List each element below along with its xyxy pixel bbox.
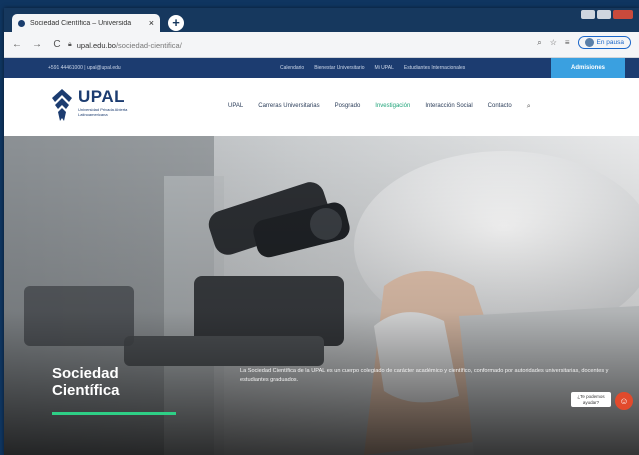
url-path: /sociedad-cientifica/ (115, 40, 182, 50)
web-page: +591 44461000 | upal@upal.edu Calendario… (4, 58, 639, 455)
favicon-icon (18, 19, 25, 27)
reading-list-icon[interactable]: ≡ (565, 38, 570, 47)
logo-text: UPAL Universidad Privada Abierta Latinoa… (78, 88, 140, 117)
nav-item-interaccion-social[interactable]: Interacción Social (425, 103, 472, 111)
logo-name: UPAL (78, 87, 126, 106)
utility-link[interactable]: Estudiantes Internacionales (404, 65, 465, 71)
utility-link[interactable]: Bienestar Universitario (314, 65, 364, 71)
contact-info: +591 44461000 | upal@upal.edu (48, 65, 121, 71)
lock-icon: 🔒︎ (68, 41, 72, 48)
browser-window: Sociedad Científica – Universida × + ← →… (4, 8, 639, 455)
hero-description: La Sociedad Científica de la UPAL es un … (240, 368, 609, 383)
window-controls (581, 10, 633, 19)
nav-item-posgrado[interactable]: Posgrado (335, 103, 361, 111)
utility-link[interactable]: Calendario (280, 65, 304, 71)
nav-item-investigacion[interactable]: Investigación (375, 103, 410, 111)
utility-link[interactable]: Mi UPAL (375, 65, 394, 71)
star-icon[interactable]: ☆ (550, 38, 557, 47)
tab-strip: Sociedad Científica – Universida × + (4, 8, 639, 32)
hero-photo (4, 136, 639, 455)
search-icon[interactable]: ⌕ (527, 103, 531, 111)
forward-button[interactable]: → (30, 39, 44, 50)
tab-title: Sociedad Científica – Universida (30, 19, 132, 27)
close-window-button[interactable] (613, 10, 633, 19)
address-bar: ← → C 🔒︎ upal.edu.bo /sociedad-cientific… (4, 32, 639, 58)
tab-active[interactable]: Sociedad Científica – Universida × (12, 14, 160, 32)
main-nav: UPAL Carreras Universitarias Posgrado In… (228, 103, 531, 111)
hero-title-underline (52, 412, 176, 415)
nav-item-upal[interactable]: UPAL (228, 103, 243, 111)
tab-close-icon[interactable]: × (149, 18, 154, 28)
hero-banner: Sociedad Científica La Sociedad Científi… (4, 136, 639, 455)
toolbar-right: ⌕ ☆ ≡ En pausa (537, 36, 631, 49)
admisiones-button[interactable]: Admisiones (551, 58, 625, 78)
url-domain: upal.edu.bo (76, 40, 116, 50)
chat-icon[interactable]: ☺ (615, 392, 633, 410)
top-utility-bar: +591 44461000 | upal@upal.edu Calendario… (4, 58, 639, 78)
hero-title-line2: Científica (52, 382, 120, 399)
nav-item-contacto[interactable]: Contacto (488, 103, 512, 111)
chat-prompt-line2: ayudar? (582, 399, 600, 405)
url-field[interactable]: 🔒︎ upal.edu.bo /sociedad-cientifica/ (68, 37, 498, 53)
back-button[interactable]: ← (10, 39, 24, 50)
minimize-button[interactable] (581, 10, 595, 19)
chat-prompt-bubble[interactable]: ¿Te podemos ayudar? (571, 392, 611, 407)
profile-button[interactable]: En pausa (577, 36, 631, 49)
logo-subtitle: Universidad Privada Abierta Latinoameric… (78, 107, 128, 117)
profile-label: En pausa (596, 39, 624, 46)
site-header: UPAL Universidad Privada Abierta Latinoa… (4, 78, 639, 136)
hero-title: Sociedad Científica (52, 365, 120, 399)
maximize-button[interactable] (597, 10, 611, 19)
utility-links: Calendario Bienestar Universitario Mi UP… (280, 58, 465, 78)
reload-button[interactable]: C (50, 39, 64, 50)
magnifier-icon[interactable]: ⌕ (537, 38, 541, 48)
nav-item-carreras[interactable]: Carreras Universitarias (258, 103, 319, 111)
chat-prompt-line1: ¿Te podemos (577, 394, 605, 399)
upal-crest-icon (52, 89, 72, 121)
new-tab-button[interactable]: + (168, 15, 184, 31)
avatar (584, 38, 594, 47)
site-logo[interactable]: UPAL Universidad Privada Abierta Latinoa… (50, 88, 140, 122)
hero-title-line1: Sociedad (52, 365, 119, 382)
